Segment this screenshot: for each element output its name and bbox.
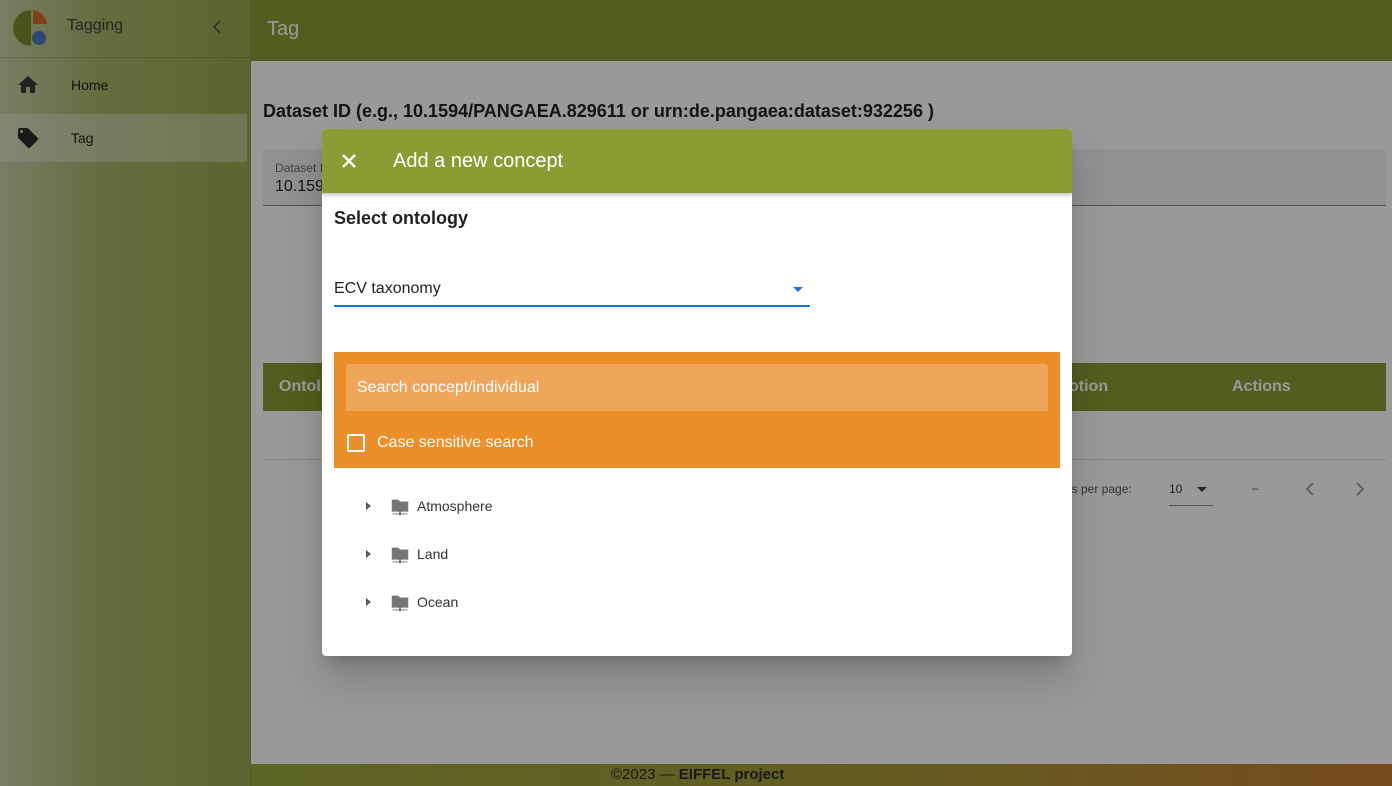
- close-icon: [342, 154, 356, 168]
- expand-arrow-icon[interactable]: [366, 502, 371, 510]
- tree-item-atmosphere[interactable]: Atmosphere: [362, 493, 662, 521]
- case-sensitive-label: Case sensitive search: [377, 434, 534, 451]
- select-ontology-heading: Select ontology: [334, 208, 469, 228]
- tree-item-label: Ocean: [417, 594, 459, 610]
- network-folder-icon: [391, 595, 409, 612]
- ontology-select[interactable]: ECV taxonomy: [334, 277, 810, 307]
- add-concept-dialog: Add a new concept Select ontology ECV ta…: [322, 129, 1072, 656]
- dialog-title: Add a new concept: [393, 150, 564, 172]
- ontology-select-value: ECV taxonomy: [334, 280, 441, 297]
- tree-item-land[interactable]: Land: [362, 541, 662, 569]
- dialog-header: Add a new concept: [322, 129, 1072, 193]
- network-folder-icon: [391, 499, 409, 516]
- tree-item-label: Land: [417, 546, 449, 562]
- expand-arrow-icon[interactable]: [366, 550, 371, 558]
- search-input[interactable]: [346, 364, 1048, 411]
- network-folder-icon: [391, 547, 409, 564]
- expand-arrow-icon[interactable]: [366, 598, 371, 606]
- close-dialog-button[interactable]: [337, 149, 361, 173]
- checkbox-unchecked-icon[interactable]: [347, 434, 365, 452]
- concept-search-panel: Case sensitive search: [334, 352, 1060, 468]
- caret-down-icon: [793, 287, 803, 292]
- tree-item-label: Atmosphere: [417, 498, 493, 514]
- tree-item-ocean[interactable]: Ocean: [362, 589, 662, 617]
